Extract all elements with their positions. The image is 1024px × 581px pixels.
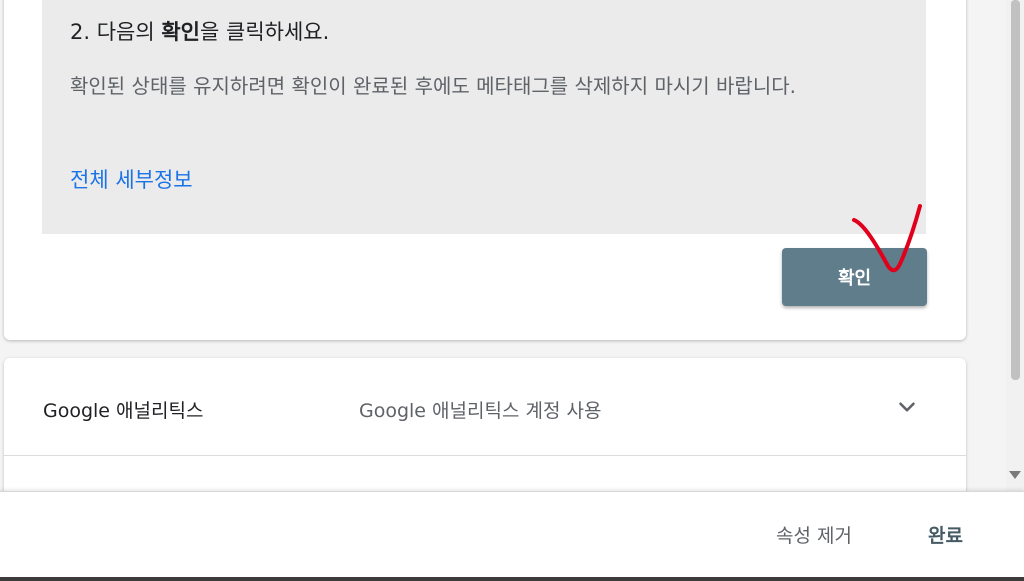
google-analytics-name: Google 애널리틱스	[43, 400, 204, 422]
google-analytics-description: Google 애널리틱스 계정 사용	[359, 400, 602, 422]
step-title-prefix: 2. 다음의	[70, 20, 162, 44]
step-title-bold: 확인	[161, 20, 200, 44]
verification-card: 2. 다음의 확인을 클릭하세요. 확인된 상태를 유지하려면 확인이 완료된 …	[4, 0, 966, 340]
step-title-suffix: 을 클릭하세요.	[200, 20, 330, 44]
google-analytics-row[interactable]: Google 애널리틱스 Google 애널리틱스 계정 사용	[4, 358, 966, 456]
done-button[interactable]: 완료	[914, 514, 977, 554]
search-console-settings-page: 2. 다음의 확인을 클릭하세요. 확인된 상태를 유지하려면 확인이 완료된 …	[0, 0, 1024, 581]
chevron-down-icon[interactable]	[894, 394, 920, 420]
full-details-link[interactable]: 전체 세부정보	[70, 164, 193, 194]
remove-property-button[interactable]: 속성 제거	[762, 514, 866, 554]
bottom-action-bar: 속성 제거 완료	[0, 491, 1024, 577]
scrollbar-thumb[interactable]	[1011, 0, 1020, 380]
step-description: 확인된 상태를 유지하려면 확인이 완료된 후에도 메타태그를 삭제하지 마시기…	[70, 74, 796, 98]
vertical-scrollbar[interactable]	[1006, 0, 1024, 492]
verification-step-box: 2. 다음의 확인을 클릭하세요. 확인된 상태를 유지하려면 확인이 완료된 …	[42, 0, 926, 234]
scroll-down-arrow-icon[interactable]	[1009, 471, 1021, 479]
confirm-button[interactable]: 확인	[782, 248, 927, 306]
step-title: 2. 다음의 확인을 클릭하세요.	[70, 16, 329, 46]
window-bottom-edge	[0, 577, 1024, 581]
